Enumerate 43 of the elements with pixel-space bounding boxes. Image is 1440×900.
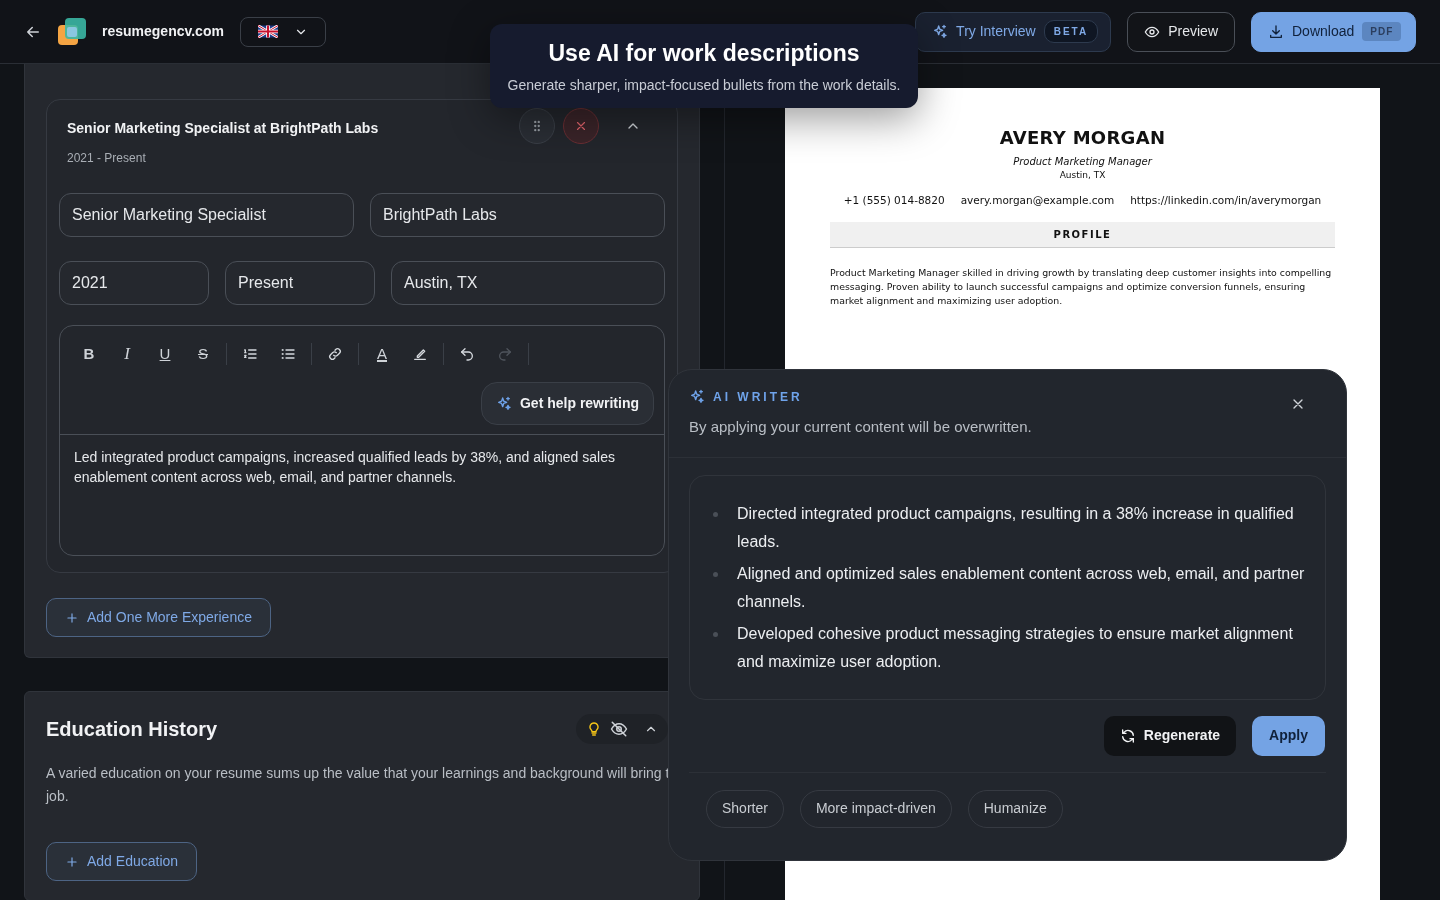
suggestion-text: Developed cohesive product messaging strategies to ensure market alignment and maximize user adoption.	[737, 623, 1294, 672]
resume-paragraph: Product Marketing Manager skilled in driving growth by translating deep customer insights into compelling messaging. Proven ability to launch successful campaigns and optimize conversion funnels, ensuring market alignment and maximizing user adoption.	[830, 266, 1333, 309]
suggestion-text: Directed integrated product campaigns, resulting in a 38% increase in qualified leads.	[737, 503, 1295, 552]
section-title: Education History	[46, 717, 218, 742]
contact-text: https://linkedin.com/in/averymorgan	[1130, 192, 1322, 208]
resume-name: AVERY MORGAN	[999, 126, 1166, 150]
suggestion-text: Aligned and optimized sales enablement content across web, email, and partner channels.	[737, 563, 1305, 612]
description-text: Led integrated product campaigns, increased qualified leads by 38%, and aligned sales enablement content across web, email, and partner channels.	[74, 448, 616, 487]
resume-job-title: Product Marketing Manager	[1013, 155, 1152, 169]
tooltip-text: Generate sharper, impact-focused bullets from the work details.	[507, 75, 901, 95]
site-name: resumegencv.com	[102, 22, 224, 41]
contact-text: +1 (555) 014-8820	[843, 192, 945, 208]
option-chip[interactable]: More impact-driven	[799, 789, 952, 828]
strike-button[interactable]: S	[184, 340, 222, 368]
download-button[interactable]: Download PDF	[1251, 11, 1416, 52]
option-chip[interactable]: Shorter	[706, 789, 784, 828]
input-field[interactable]: Present	[225, 261, 375, 305]
rewrite-button[interactable]: Get help rewriting	[481, 382, 654, 425]
option-chip[interactable]: Humanize	[967, 789, 1063, 828]
preview-button[interactable]: Preview	[1127, 11, 1235, 52]
input-field[interactable]: Austin, TX	[391, 261, 665, 305]
resume-location: Austin, TX	[1059, 169, 1106, 182]
section-description: job.	[46, 787, 70, 806]
add-experience-button[interactable]: Add One More Experience	[46, 598, 271, 637]
tooltip-title: Use AI for work descriptions	[548, 39, 860, 69]
underline-button[interactable]: U	[146, 340, 184, 368]
italic-button[interactable]: I	[108, 340, 146, 368]
input-field[interactable]: 2021	[59, 261, 209, 305]
input-field[interactable]: Senior Marketing Specialist	[59, 193, 354, 237]
panel-label: AI WRITER	[713, 389, 803, 406]
regenerate-button[interactable]: Regenerate	[1103, 715, 1237, 756]
input-field[interactable]: BrightPath Labs	[370, 193, 665, 237]
color-button[interactable]: A	[363, 340, 401, 368]
add-education-button[interactable]: Add Education	[46, 842, 198, 881]
apply-button[interactable]: Apply	[1252, 715, 1325, 756]
text-editor[interactable]: B I U S A Get help rewriting Led integrated product campaigns, increased qualified leads by 38%, and aligned sales enablement content across web, email, and partner channels.	[59, 325, 665, 556]
try-interview-button[interactable]: Try Interview BETA	[915, 11, 1112, 52]
contact-text: avery.morgan@example.com	[960, 192, 1115, 208]
panel-notice: By applying your current content will be overwritten.	[689, 417, 1032, 437]
entry-dates: 2021 - Present	[67, 150, 147, 167]
bold-button[interactable]: B	[70, 340, 108, 368]
entry-title: Senior Marketing Specialist at BrightPath Labs	[67, 119, 379, 138]
resume-section-heading: PROFILE	[830, 222, 1335, 249]
